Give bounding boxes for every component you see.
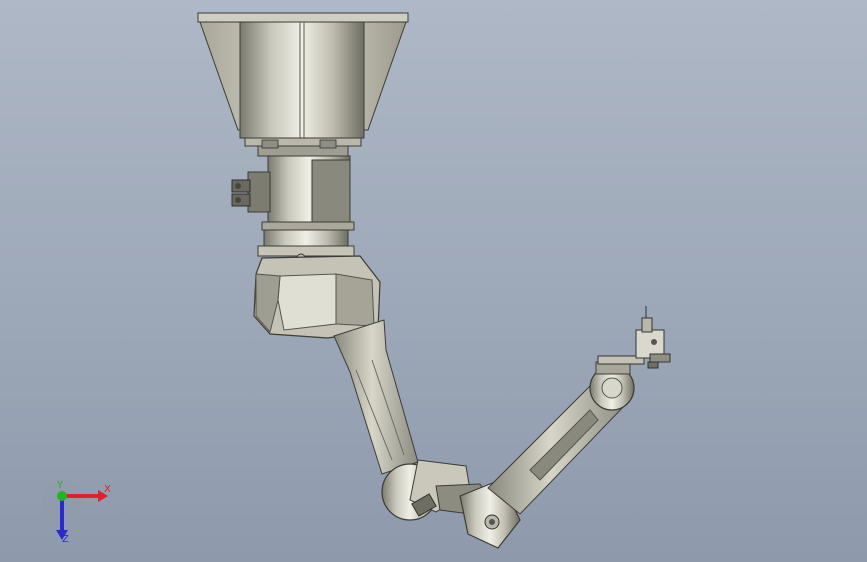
base-housing[interactable]: [261, 155, 355, 231]
shoulder-joint[interactable]: [253, 229, 381, 339]
graphics-viewport[interactable]: X Y Z: [0, 0, 867, 562]
y-axis-dot: [57, 491, 67, 501]
coordinate-triad: X Y Z: [42, 480, 111, 545]
robot-arm-model[interactable]: [0, 0, 867, 562]
upper-arm[interactable]: [333, 319, 419, 475]
motor-connector-block[interactable]: [231, 171, 271, 213]
forearm[interactable]: [487, 361, 635, 515]
end-effector-tool[interactable]: [597, 306, 671, 369]
mounting-flange[interactable]: [197, 12, 409, 157]
y-axis-label: Y: [56, 480, 64, 491]
x-axis-label: X: [104, 484, 111, 495]
z-axis-label: Z: [62, 534, 69, 545]
